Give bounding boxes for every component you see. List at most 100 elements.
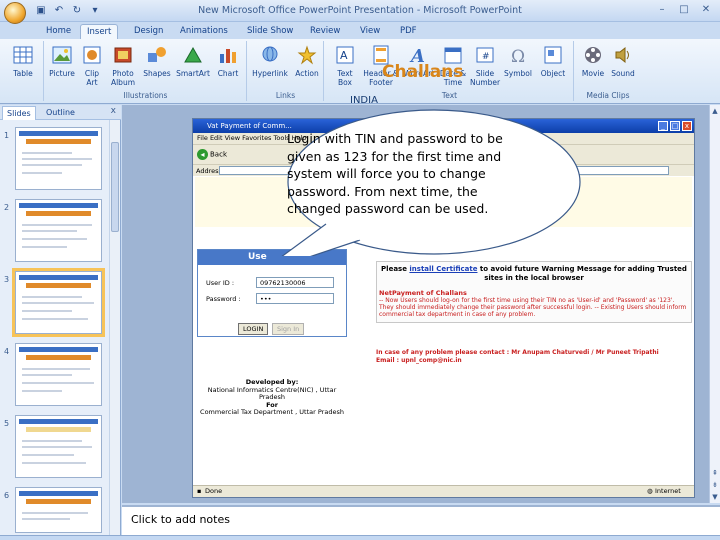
browser-minimize-icon: _ [658,121,668,131]
page-icon: ▪ [197,487,202,495]
slides-panel: Slides Outline x 1 2 3 4 5 6 [0,105,121,535]
action-button[interactable]: Action [292,44,322,78]
slide-number: 3 [4,275,10,284]
tab-insert[interactable]: Insert [80,24,119,39]
slide-number: 1 [4,131,10,140]
movie-button[interactable]: Movie [578,44,608,78]
media-clips-group-label: Media Clips [586,91,630,100]
tables-group: Table [2,41,44,101]
slide-thumbnail-6[interactable] [15,487,102,533]
slide-number: 5 [4,419,10,428]
text-box-button[interactable]: A Text Box [330,44,360,87]
slide-number: 2 [4,203,10,212]
hyperlink-button[interactable]: Hyperlink [250,44,290,78]
tab-slides[interactable]: Slides [2,106,36,120]
page-subheading: INDIA [350,95,378,106]
tab-home[interactable]: Home [40,24,77,39]
slide-thumbnail-5[interactable] [15,415,102,478]
contact-info: In case of any problem please contact : … [376,349,659,364]
password-label: Password : [206,295,241,303]
shapes-icon [148,47,166,62]
media-clips-group: Movie Sound Media Clips [576,41,640,101]
slide-thumbnail-4[interactable] [15,343,102,406]
window-title: New Microsoft Office PowerPoint Presenta… [198,5,522,16]
smartart-icon [184,46,202,63]
slide-thumbnail-2[interactable] [15,199,102,262]
notice-title: NetPayment of Challans [379,289,467,297]
svg-text:#: # [482,52,490,62]
title-bar: ▣ ↶ ↻ ▾ New Microsoft Office PowerPoint … [0,0,720,24]
tab-view[interactable]: View [354,24,386,39]
notes-placeholder: Click to add notes [131,513,230,526]
tab-pdf[interactable]: PDF [394,24,423,39]
scroll-down-icon[interactable]: ▼ [710,491,720,503]
notice-body: -- Now Users should log-on for the first… [379,297,687,318]
slide-number-icon: # [476,47,494,63]
browser-status-bar: ▪ Done ◍ Internet [193,485,694,497]
minimize-button[interactable]: – [652,2,672,18]
clip-art-icon [83,46,101,64]
slide-scrollbar[interactable]: ▲ ⇞ ⇟ ▼ [709,105,720,503]
certificate-warning: Please install Certificate to avoid futu… [381,265,687,282]
next-slide-icon[interactable]: ⇟ [710,479,720,491]
browser-maximize-icon: □ [670,121,680,131]
callout-text[interactable]: Login with TIN and password to be given … [287,130,525,218]
slide-number: 4 [4,347,10,356]
svg-text:A: A [340,49,348,62]
links-group: Hyperlink Action Links [248,41,324,101]
tab-slide-show[interactable]: Slide Show [241,24,299,39]
links-group-label: Links [275,91,296,100]
slide-number-button[interactable]: # Slide Number [470,44,500,87]
globe-icon: ◍ [647,487,653,495]
speaker-icon [615,46,629,64]
slide-thumbnail-3[interactable] [15,271,102,334]
notice-box: Please install Certificate to avoid futu… [376,261,692,323]
chart-icon [220,49,236,63]
tab-animations[interactable]: Animations [174,24,234,39]
ribbon-tabs: Home Insert Design Animations Slide Show… [0,22,720,39]
tab-outline[interactable]: Outline [42,106,79,120]
object-icon [544,46,562,64]
slide-number: 6 [4,491,10,500]
table-button[interactable]: Table [6,44,40,78]
photo-album-button[interactable]: Photo Album [107,44,139,87]
browser-close-icon: x [682,121,692,131]
panel-scrollbar[interactable] [109,120,120,535]
star-icon [297,45,317,65]
object-button[interactable]: Object [536,44,570,78]
back-arrow-icon: ◂ [197,149,208,160]
tab-review[interactable]: Review [304,24,346,39]
close-button[interactable]: ✕ [696,2,716,18]
symbol-button[interactable]: Ω Symbol [502,44,534,78]
film-reel-icon [585,47,601,63]
user-id-label: User ID : [206,279,235,287]
clip-art-button[interactable]: Clip Art [79,44,105,87]
photo-album-icon [114,47,132,63]
close-icon[interactable]: x [111,106,116,116]
sound-button[interactable]: Sound [608,44,638,78]
text-box-icon: A [336,46,354,64]
back-button: ◂ Back [197,149,227,160]
omega-icon: Ω [511,47,525,66]
maximize-button[interactable]: □ [674,2,694,18]
panel-tabs: Slides Outline x [0,105,121,120]
picture-icon [52,46,72,64]
table-icon [13,46,33,64]
sign-in-button: Sign In [272,323,305,335]
illustrations-group-label: Illustrations [123,91,168,100]
developer-credits: Developed by: National Informatics Centr… [200,378,344,416]
user-id-field: 09762130006 [256,277,334,288]
slide-thumbnail-1[interactable] [15,127,102,190]
previous-slide-icon[interactable]: ⇞ [710,467,720,479]
scroll-up-icon[interactable]: ▲ [710,105,720,117]
illustrations-group: Picture Clip Art Photo Album Shapes Smar… [45,41,247,101]
shapes-button[interactable]: Shapes [141,44,173,78]
window-controls: – □ ✕ [652,2,716,18]
notes-pane[interactable]: Click to add notes [122,505,720,535]
globe-link-icon [262,46,278,62]
picture-button[interactable]: Picture [47,44,77,78]
chart-button[interactable]: Chart [213,44,243,78]
smartart-button[interactable]: SmartArt [175,44,211,78]
tab-design[interactable]: Design [128,24,169,39]
password-field: ••• [256,293,334,304]
